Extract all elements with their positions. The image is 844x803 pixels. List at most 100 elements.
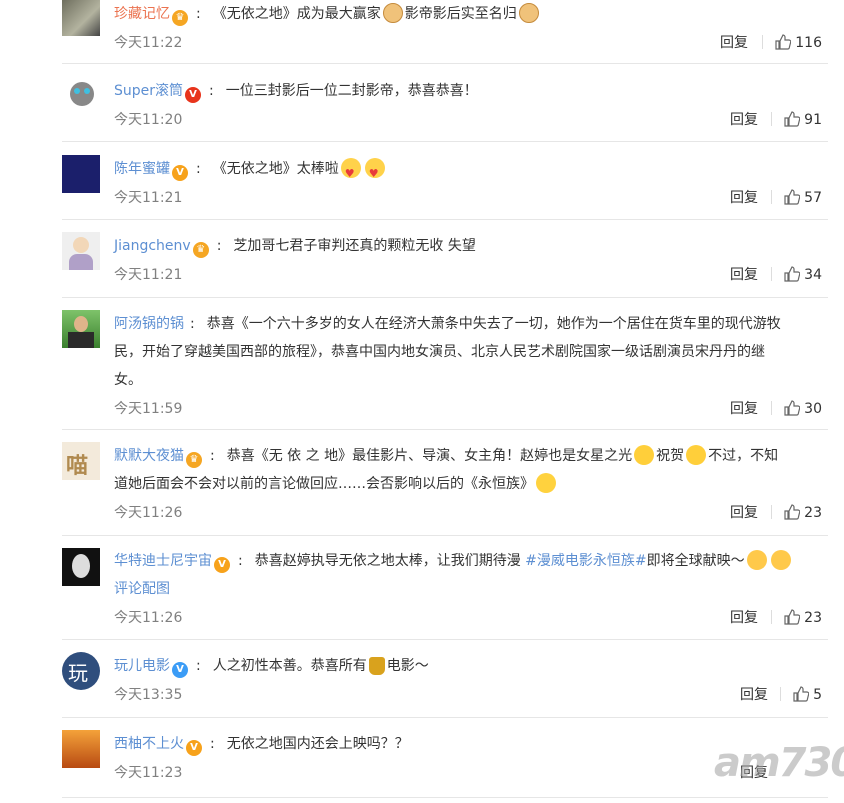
thumbs-up-icon (784, 609, 801, 625)
comment-text: 芝加哥七君子审判还真的颗粒无收 失望 (233, 238, 476, 254)
verified-icon: V (185, 87, 202, 103)
reply-button[interactable]: 回复 (730, 498, 758, 528)
comment-text: 女。 (114, 372, 142, 388)
username[interactable]: 阿汤锅的锅 (114, 316, 184, 332)
comment-item: 珍藏记忆 ♛: 《无依之地》成为最大赢家 影帝影后实至名归 今天11:22 回复 11… (62, 0, 828, 64)
timestamp: 今天11:22 (114, 35, 183, 51)
like-count: 23 (804, 505, 822, 521)
avatar[interactable] (62, 548, 100, 586)
like-button[interactable]: 5 (780, 680, 822, 710)
verified-icon: V (214, 557, 230, 573)
like-count: 23 (804, 610, 822, 626)
trophy-icon (368, 657, 385, 675)
blushing-icon (770, 550, 791, 570)
comment-text: 恭喜《一个六十多岁的女人在经济大萧条中失去了一切，她作为一个居住在货车里的现代游… (206, 316, 781, 332)
comment-text: 无依之地国内还会上映吗？？ (226, 736, 409, 752)
comment-image-link[interactable]: 评论配图 (114, 581, 170, 597)
like-count: 57 (804, 190, 822, 206)
laughing-icon (536, 473, 556, 493)
timestamp: 今天13:35 (114, 687, 183, 703)
like-button[interactable]: 34 (771, 260, 822, 290)
comment-text: 人之初性本善。恭喜所有 (212, 658, 367, 674)
like-button[interactable]: 116 (762, 28, 822, 58)
avatar[interactable] (62, 730, 100, 768)
verified-icon: V (186, 740, 202, 756)
heart-eyes-icon (364, 158, 385, 188)
username[interactable]: 玩儿电影 (114, 658, 170, 674)
comment-item: Jiangchenv ♛: 芝加哥七君子审判还真的颗粒无收 失望 今天11:21 回… (62, 220, 828, 298)
username[interactable]: 陈年蜜罐 (114, 161, 170, 177)
crown-icon: ♛ (186, 452, 202, 468)
crying-icon (686, 445, 707, 465)
like-button[interactable]: 30 (771, 394, 822, 424)
avatar[interactable]: 玩 (62, 652, 100, 690)
comment-text: 《无依之地》太棒啦 (212, 161, 339, 177)
timestamp: 今天11:21 (114, 267, 183, 283)
avatar[interactable] (62, 155, 100, 193)
thumbs-up-icon (784, 111, 801, 127)
like-count: 116 (795, 35, 822, 51)
username[interactable]: 西柚不上火 (114, 736, 184, 752)
comment-meta: 今天11:26 回复 23 (114, 498, 828, 528)
thumbs-up-icon (784, 504, 801, 520)
comment-text: 恭喜赵婷执导无依之地太棒，让我们期待漫 (254, 553, 526, 569)
reply-button[interactable]: 回复 (730, 183, 758, 213)
username[interactable]: 默默大夜猫 (114, 448, 184, 464)
avatar[interactable]: 喵 (62, 442, 100, 480)
reply-button[interactable]: 回复 (730, 603, 758, 633)
comment-item: 喵 默默大夜猫 ♛: 恭喜《无 依 之 地》最佳影片、导演、女主角！赵婷也是女星之光… (62, 430, 828, 536)
comment-text: 影帝影后实至名归 (404, 6, 517, 22)
like-button[interactable]: 23 (771, 603, 822, 633)
reply-button[interactable]: 回复 (730, 394, 758, 424)
comment-text: 恭喜《无 依 之 地》最佳影片、导演、女主角！赵婷也是女星之光 (226, 448, 633, 464)
timestamp: 今天11:26 (114, 505, 183, 521)
verified-icon: V (172, 662, 188, 678)
comment-meta: 今天11:26 回复 23 (114, 603, 828, 633)
comment-text: 即将全球献映～ (646, 553, 745, 569)
comment-meta: 今天11:21 回复 34 (114, 260, 828, 290)
comment-text: 民，开始了穿越美国西部的旅程》，恭喜中国内地女演员、北京人民艺术剧院国家一级话剧… (114, 344, 765, 360)
like-count: 34 (804, 267, 822, 283)
comment-item: 华特迪士尼宇宙 V: 恭喜赵婷执导无依之地太棒，让我们期待漫 #漫威电影永恒族#即将… (62, 536, 828, 640)
crown-icon: ♛ (172, 10, 188, 26)
like-button[interactable]: 57 (771, 183, 822, 213)
username[interactable]: Jiangchenv (114, 238, 191, 254)
comment-text: 《无依之地》成为最大赢家 (212, 6, 381, 22)
username[interactable]: Super滚筒 (114, 83, 183, 99)
crown-icon: ♛ (192, 242, 209, 258)
thumbs-up-icon (784, 189, 801, 205)
like-button[interactable]: 23 (771, 498, 822, 528)
avatar[interactable] (62, 0, 100, 36)
like-button[interactable]: 91 (771, 105, 822, 135)
crying-icon (634, 445, 655, 465)
avatar[interactable] (62, 232, 100, 270)
comment-meta: 今天11:59 回复 30 (114, 394, 828, 424)
avatar[interactable] (62, 310, 100, 348)
reply-button[interactable]: 回复 (720, 28, 748, 58)
comment-meta: 今天11:21 回复 57 (114, 183, 828, 213)
reply-button[interactable]: 回复 (740, 680, 768, 710)
comment-meta: 今天11:22 回复 116 (114, 28, 828, 58)
thumbs-up-icon (775, 34, 792, 50)
timestamp: 今天11:21 (114, 190, 183, 206)
avatar[interactable] (62, 76, 100, 114)
username[interactable]: 华特迪士尼宇宙 (114, 553, 212, 569)
comment-text: 不过，不知 (708, 448, 779, 464)
reply-button[interactable]: 回复 (730, 260, 758, 290)
timestamp: 今天11:20 (114, 112, 183, 128)
username[interactable]: 珍藏记忆 (114, 6, 170, 22)
comment-meta: 今天11:20 回复 91 (114, 105, 828, 135)
comment-item: Super滚筒 V: 一位三封影后一位二封影帝，恭喜恭喜！ 今天11:20 回复 9… (62, 64, 828, 142)
like-count: 91 (804, 112, 822, 128)
hashtag-link[interactable]: #漫威电影永恒族# (525, 553, 646, 569)
reply-button[interactable]: 回复 (730, 105, 758, 135)
thumbs-up-icon (784, 400, 801, 416)
thumbs-up-icon (784, 266, 801, 282)
thumbs-up-icon (793, 686, 810, 702)
comment-text: 道她后面会不会对以前的言论做回应……会否影响以后的《永恒族》 (114, 476, 534, 492)
timestamp: 今天11:59 (114, 401, 183, 417)
cat-icon (518, 3, 539, 23)
comment-meta: 今天13:35 回复 5 (114, 680, 828, 710)
heart-eyes-icon (340, 158, 361, 188)
like-count: 30 (804, 401, 822, 417)
